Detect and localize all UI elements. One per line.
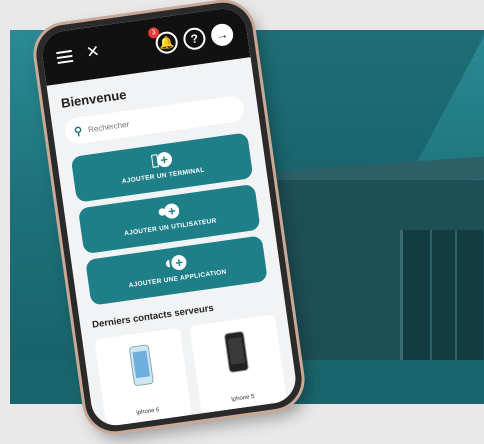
device-name: Iphone 6 bbox=[135, 407, 160, 417]
menu-icon[interactable] bbox=[55, 49, 74, 65]
search-icon: ⚲ bbox=[73, 124, 84, 138]
search-input[interactable] bbox=[85, 104, 230, 136]
device-card[interactable]: Iphone 5 bbox=[189, 314, 287, 414]
logout-icon[interactable]: → bbox=[209, 22, 235, 48]
app-topbar: ✕ 🔔 3 ? → bbox=[39, 5, 251, 86]
phone-device-icon bbox=[223, 330, 250, 374]
help-icon[interactable]: ? bbox=[182, 26, 207, 52]
device-name: Iphone 5 bbox=[230, 393, 255, 404]
welcome-title: Bienvenue bbox=[60, 86, 128, 111]
phone-device-icon bbox=[128, 344, 155, 387]
app-logo-icon: ✕ bbox=[85, 43, 101, 62]
device-card[interactable]: Iphone 6 bbox=[94, 327, 192, 427]
recent-devices-list: Iphone 6 Iphone 5 bbox=[94, 314, 291, 429]
